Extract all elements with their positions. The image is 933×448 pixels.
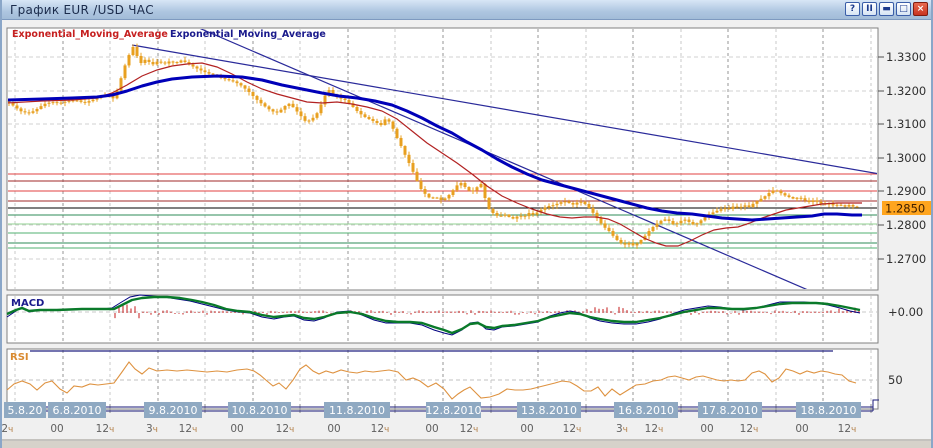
time-label: 00 (520, 423, 533, 435)
time-label: 12ч (371, 423, 390, 435)
window-controls: ?II▬□× (845, 2, 928, 16)
time-label: 12ч (645, 423, 664, 435)
macd-pane-label: MACD (11, 298, 44, 309)
time-label: 00 (795, 423, 808, 435)
pause-button[interactable]: II (862, 2, 877, 16)
price-tick-label: 1.3000 (886, 151, 926, 165)
date-label: 16.8.2010 (618, 404, 674, 417)
time-label: 12ч (563, 423, 582, 435)
time-label: 12ч (96, 423, 115, 435)
bottom-strip (2, 441, 933, 448)
rsi-level-label: 50 (888, 373, 903, 387)
price-tick-label: 1.2700 (886, 252, 926, 266)
rsi-pane-label: RSI (10, 352, 29, 363)
price-tick-label: 1.2800 (886, 218, 926, 232)
close-button[interactable]: × (913, 2, 928, 16)
price-tick-label: 1.3300 (886, 50, 926, 64)
time-label: 00 (700, 423, 713, 435)
date-label: 6.8.2010 (53, 404, 102, 417)
chart-area[interactable]: Exponential_Moving_AverageExponential_Mo… (2, 0, 933, 448)
chart-canvas[interactable]: Exponential_Moving_AverageExponential_Mo… (2, 0, 933, 448)
date-label: 5.8.20 (8, 404, 43, 417)
price-tick-label: 1.3200 (886, 84, 926, 98)
help-button[interactable]: ? (845, 2, 860, 16)
current-price-label: 1.2850 (885, 202, 925, 216)
date-label: 9.8.2010 (149, 404, 198, 417)
time-label: 3ч (146, 423, 158, 435)
window-title: График EUR /USD ЧАС (10, 3, 154, 17)
legend-ema-slow: Exponential_Moving_Average (170, 29, 326, 40)
date-label: 10.8.2010 (232, 404, 288, 417)
time-label: 12ч (2, 423, 13, 435)
price-tick-label: 1.3100 (886, 117, 926, 131)
legend-ema-fast: Exponential_Moving_Average (12, 29, 168, 40)
minimize-button[interactable]: ▬ (879, 2, 894, 16)
date-label: 17.8.2010 (702, 404, 758, 417)
date-label: 18.8.2010 (801, 404, 857, 417)
date-label: 11.8.2010 (329, 404, 385, 417)
time-label: 00 (425, 423, 438, 435)
time-label: 3ч (616, 423, 628, 435)
time-label: 12ч (179, 423, 198, 435)
macd-zero-label: +0.00 (888, 305, 923, 319)
time-label: 12ч (740, 423, 759, 435)
time-label: 12ч (460, 423, 479, 435)
chart-window: Exponential_Moving_AverageExponential_Mo… (0, 0, 933, 448)
time-label: 00 (327, 423, 340, 435)
maximize-button[interactable]: □ (896, 2, 911, 16)
time-label: 00 (230, 423, 243, 435)
date-label: 12.8.2010 (426, 404, 482, 417)
time-label: 12ч (276, 423, 295, 435)
date-label: 13.8.2010 (521, 404, 577, 417)
time-label: 00 (50, 423, 63, 435)
time-label: 12ч (838, 423, 857, 435)
price-tick-label: 1.2900 (886, 184, 926, 198)
title-bar[interactable]: График EUR /USD ЧАС ?II▬□× (2, 0, 931, 20)
